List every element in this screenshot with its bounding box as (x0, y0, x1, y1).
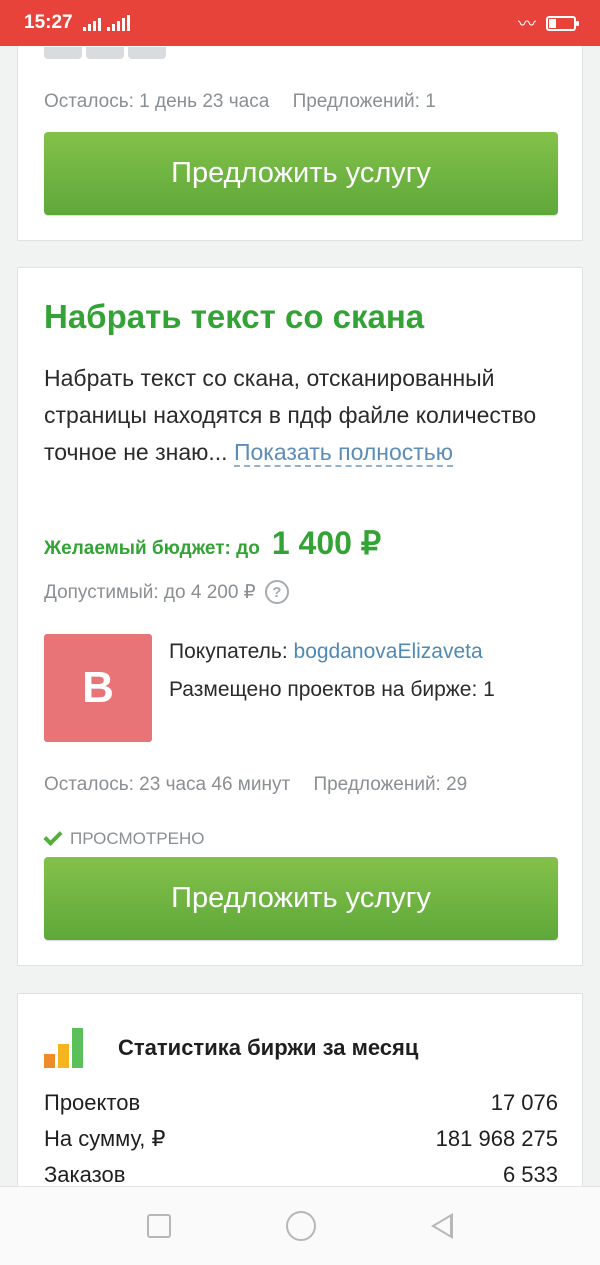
project-title[interactable]: Набрать текст со скана (44, 298, 424, 336)
allowed-budget: Допустимый: до 4 200 ₽ ? (44, 580, 289, 604)
desired-budget: Желаемый бюджет: до 1 400 ₽ (44, 524, 381, 562)
stats-card: Статистика биржи за месяц Проектов 17 07… (17, 993, 583, 1193)
projects-posted: Размещено проектов на бирже: 1 (169, 678, 495, 701)
buyer-info: Покупатель: bogdanovaElizaveta (169, 640, 483, 664)
stat-value: 6 533 (502, 1162, 558, 1187)
project-card: Набрать текст со скана Набрать текст со … (17, 267, 583, 966)
stats-header: Статистика биржи за месяц (44, 1028, 418, 1068)
stat-value: 17 076 (490, 1090, 558, 1115)
home-icon[interactable] (285, 1211, 316, 1241)
project-description: Набрать текст со скана, отсканированный … (44, 360, 554, 471)
check-icon (43, 826, 63, 847)
recent-apps-icon[interactable] (147, 1214, 172, 1238)
allowed-budget-text: Допустимый: до 4 200 ₽ (44, 581, 256, 603)
offer-service-button[interactable]: Предложить услугу (44, 857, 558, 940)
attachment-thumbnails (44, 47, 166, 59)
status-right-icons: 〰 (518, 10, 579, 36)
offers-count: Предложений: 1 (292, 91, 436, 112)
buyer-label: Покупатель: (169, 640, 294, 663)
offer-service-button[interactable]: Предложить услугу (44, 132, 558, 215)
bar-chart-icon (44, 1028, 94, 1068)
time-remaining: Осталось: 1 день 23 часа (44, 91, 270, 112)
system-nav-bar (0, 1186, 600, 1265)
vibrate-icon: 〰 (518, 14, 536, 34)
stat-label: На сумму, ₽ (44, 1126, 166, 1151)
buyer-name-link[interactable]: bogdanovaElizaveta (294, 640, 483, 663)
viewed-status: ПРОСМОТРЕНО (43, 826, 205, 849)
offers-count: Предложений: 29 (313, 774, 468, 795)
viewed-label: ПРОСМОТРЕНО (70, 828, 205, 848)
time-remaining: Осталось: 23 часа 46 минут (44, 774, 291, 795)
status-bar: 15:27 〰 (0, 0, 600, 46)
budget-label: Желаемый бюджет: до (44, 538, 260, 559)
status-left-icons (82, 15, 130, 31)
status-time: 15:27 (24, 12, 73, 33)
avatar[interactable]: B (44, 634, 152, 742)
help-icon[interactable]: ? (264, 580, 289, 604)
stat-row: Заказов 6 533 (44, 1162, 558, 1188)
back-icon[interactable] (430, 1213, 453, 1239)
project-meta: Осталось: 23 часа 46 минут Предложений: … (44, 774, 467, 796)
show-more-link[interactable]: Показать полностью (233, 439, 454, 467)
stat-label: Заказов (44, 1162, 126, 1187)
project-meta: Осталось: 1 день 23 часа Предложений: 1 (44, 91, 436, 113)
budget-value: 1 400 ₽ (271, 525, 382, 561)
stat-label: Проектов (44, 1090, 141, 1115)
stat-row: На сумму, ₽ 181 968 275 (44, 1126, 558, 1152)
signal-icon (106, 15, 130, 31)
battery-icon (546, 15, 579, 31)
stats-title: Статистика биржи за месяц (118, 1035, 419, 1060)
signal-icon (82, 15, 101, 31)
stat-row: Проектов 17 076 (44, 1090, 558, 1116)
stat-value: 181 968 275 (435, 1126, 558, 1151)
